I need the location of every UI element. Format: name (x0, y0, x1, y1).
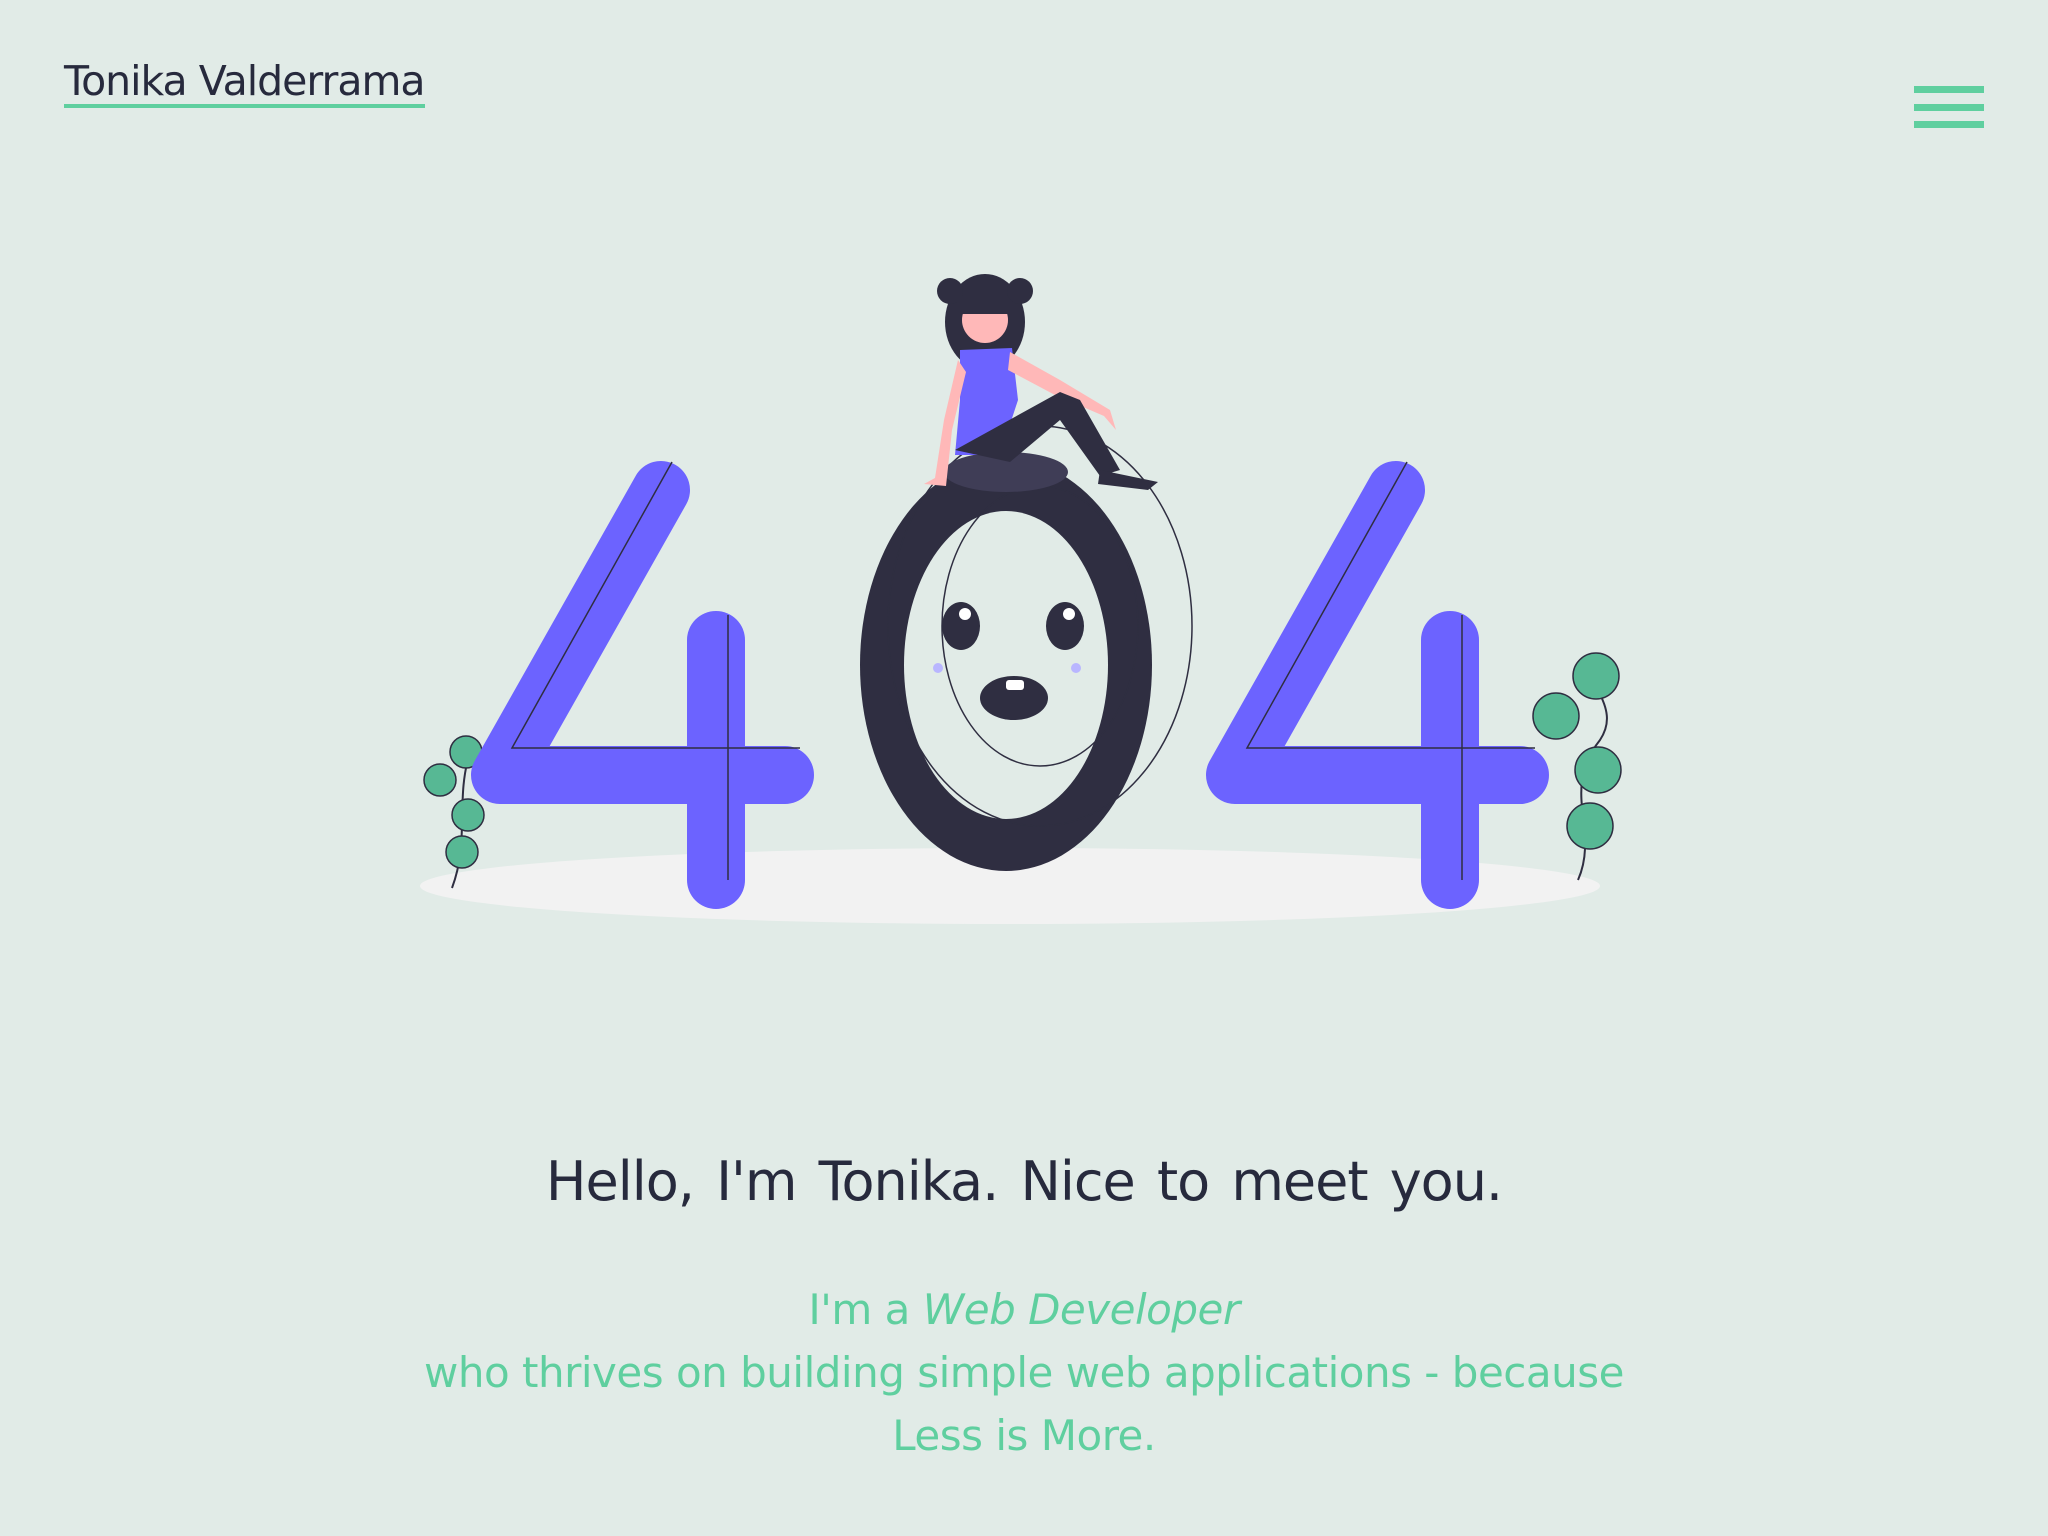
tagline-line-1: I'm a Web Developer (0, 1278, 2048, 1341)
tagline: I'm a Web Developer who thrives on build… (0, 1278, 2048, 1467)
404-illustration (420, 274, 1622, 924)
digit-4-left (471, 461, 814, 909)
intro-prefix: I'm a (808, 1285, 923, 1334)
role-text: Web Developer (922, 1285, 1240, 1334)
tagline-line-3: Less is More. (892, 1411, 1156, 1460)
tagline-line-2: who thrives on building simple web appli… (424, 1348, 1624, 1397)
digit-0 (860, 425, 1193, 871)
page: Tonika Valderrama Hello, I'm Tonika. Nic… (0, 0, 2048, 1536)
greeting-heading: Hello, I'm Tonika. Nice to meet you. (545, 1150, 1503, 1213)
plant-icon (423, 735, 485, 889)
digit-4-right (1206, 461, 1549, 909)
